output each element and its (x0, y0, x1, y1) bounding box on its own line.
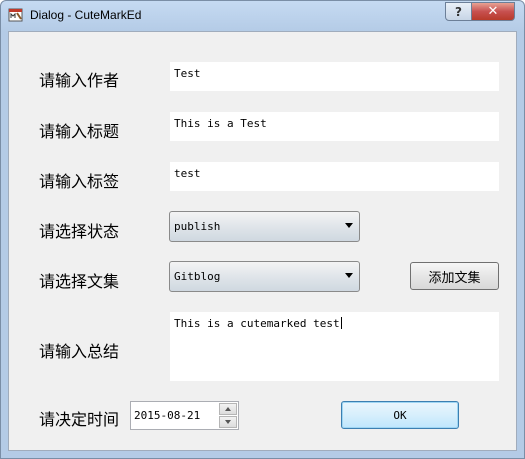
summary-textarea[interactable]: This is a cutemarked test (170, 312, 499, 381)
status-select-value: publish (174, 220, 221, 233)
date-increment-button[interactable] (219, 403, 237, 415)
close-icon: ✕ (487, 4, 499, 19)
tags-input[interactable]: test (170, 162, 499, 191)
time-label: 请决定时间 (39, 410, 120, 429)
collection-select[interactable]: Gitblog (169, 261, 360, 292)
author-input[interactable]: Test (170, 62, 499, 91)
chevron-down-icon (345, 273, 353, 278)
dialog-window: Dialog - CuteMarkEd ? ✕ 请输入作者 Test 请输入标题… (0, 0, 525, 459)
text-caret (340, 317, 342, 329)
cutemarked-app-icon (8, 8, 23, 22)
collection-label: 请选择文集 (39, 272, 120, 291)
date-edit[interactable]: 2015-08-21 (130, 401, 239, 430)
date-value: 2015-08-21 (134, 409, 201, 422)
close-button[interactable]: ✕ (471, 2, 515, 21)
title-bar[interactable]: Dialog - CuteMarkEd ? ✕ (1, 1, 524, 31)
arrow-up-icon (225, 407, 231, 411)
help-icon: ? (455, 4, 462, 19)
ok-button[interactable]: OK (341, 401, 459, 429)
status-label: 请选择状态 (39, 222, 120, 241)
dialog-client-area: 请输入作者 Test 请输入标题 This is a Test 请输入标签 te… (8, 31, 517, 451)
chevron-down-icon (345, 223, 353, 228)
tags-label: 请输入标签 (39, 172, 120, 191)
collection-select-value: Gitblog (174, 270, 221, 283)
summary-text: This is a cutemarked test (174, 317, 340, 330)
title-input[interactable]: This is a Test (170, 112, 499, 141)
arrow-down-icon (225, 420, 231, 424)
author-label: 请输入作者 (39, 71, 120, 90)
window-title: Dialog - CuteMarkEd (30, 8, 142, 22)
date-decrement-button[interactable] (219, 416, 237, 428)
help-button[interactable]: ? (445, 2, 472, 21)
add-collection-button[interactable]: 添加文集 (410, 262, 499, 290)
status-select[interactable]: publish (169, 211, 360, 242)
title-label: 请输入标题 (39, 122, 120, 141)
summary-label: 请输入总结 (39, 342, 120, 361)
